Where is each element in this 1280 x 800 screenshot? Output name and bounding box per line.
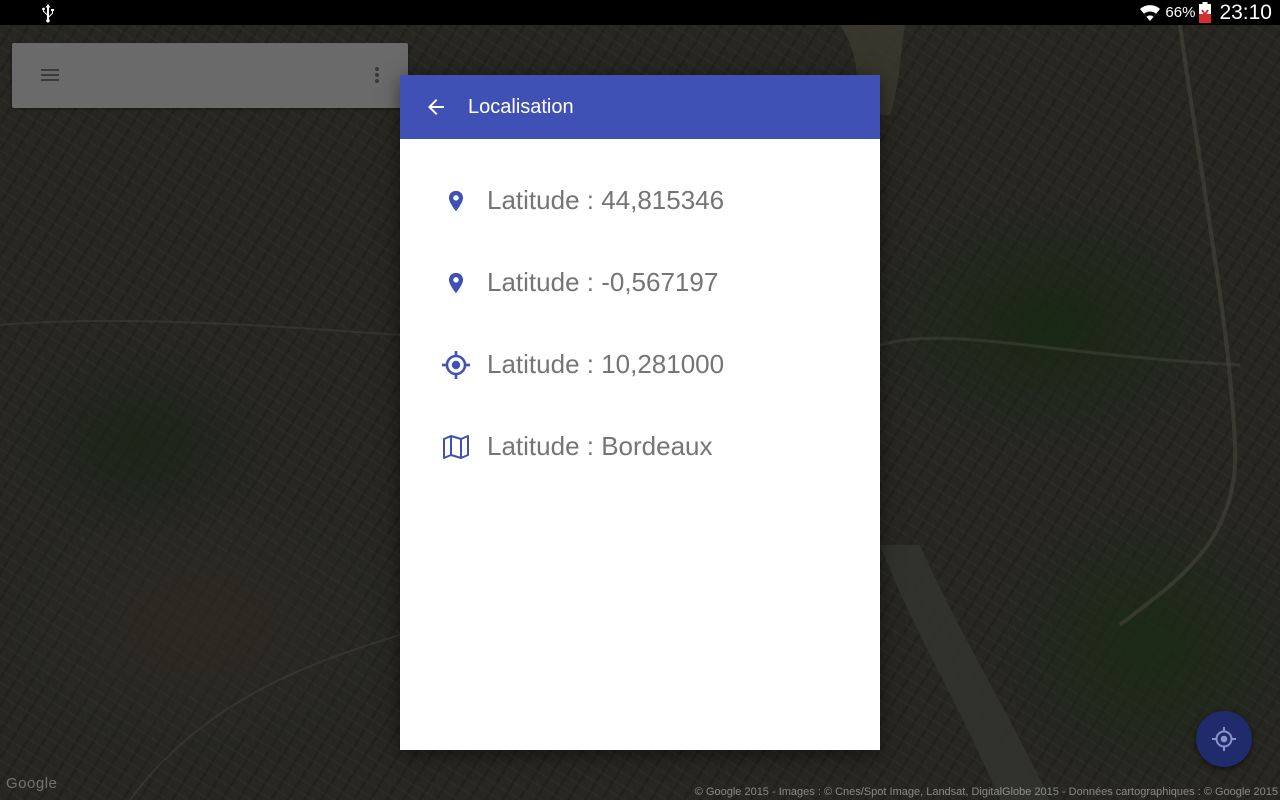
city-text: Latitude : Bordeaux	[487, 431, 713, 461]
map-attribution: © Google 2015 - Images : © Cnes/Spot Ima…	[694, 786, 1278, 798]
battery-icon	[1199, 2, 1212, 23]
place-icon	[448, 272, 464, 294]
map-icon	[443, 435, 469, 459]
dialog-header: Localisation	[400, 75, 880, 139]
city-row: Latitude : Bordeaux	[440, 425, 860, 465]
arrow-back-icon[interactable]	[426, 97, 446, 117]
place-icon	[448, 190, 464, 212]
google-logo: Google	[6, 775, 58, 792]
longitude-text: Latitude : -0,567197	[487, 267, 719, 297]
latitude-text: Latitude : 44,815346	[487, 185, 725, 215]
menu-icon[interactable]	[38, 65, 62, 85]
usb-icon	[42, 4, 54, 23]
longitude-row: Latitude : -0,567197	[440, 261, 860, 301]
dialog-title: Localisation	[468, 96, 574, 118]
my-location-button[interactable]	[1196, 711, 1252, 767]
accuracy-row: Latitude : 10,281000	[440, 343, 860, 383]
battery-percent: 66%	[1165, 4, 1196, 21]
status-bar: 66% 23:10	[0, 0, 1280, 25]
map-search-toolbar[interactable]	[12, 43, 408, 108]
clock: 23:10	[1219, 0, 1272, 24]
wifi-icon	[1140, 4, 1161, 21]
my-location-icon	[1212, 727, 1236, 751]
localisation-dialog: Localisation Latitude : 44,815346 Latitu…	[400, 75, 880, 750]
latitude-row: Latitude : 44,815346	[440, 179, 860, 219]
more-vert-icon[interactable]	[367, 65, 387, 85]
accuracy-text: Latitude : 10,281000	[487, 349, 725, 379]
gps-fixed-icon	[442, 351, 470, 379]
